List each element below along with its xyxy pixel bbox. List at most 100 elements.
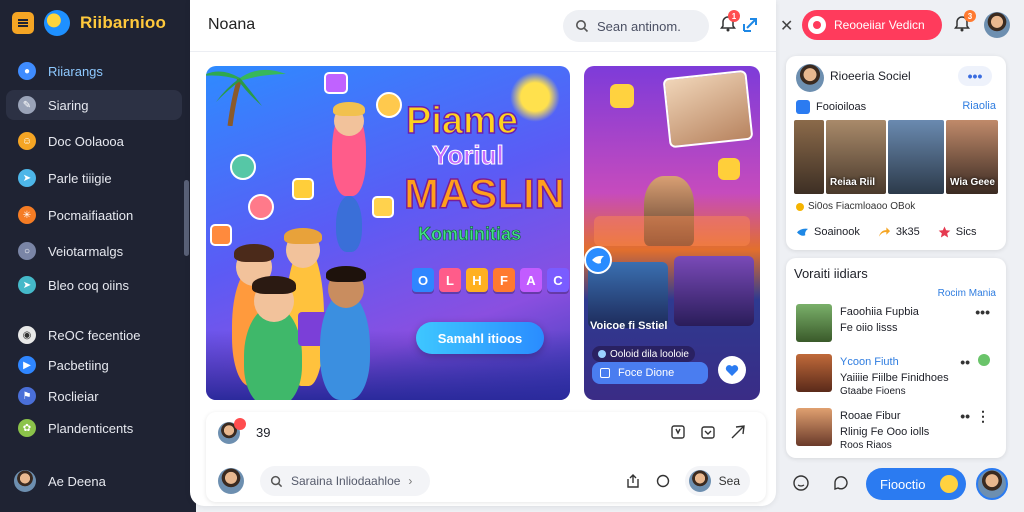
sidebar-item-label: Parle tiiigie	[48, 170, 112, 186]
live-video-button[interactable]: Reooeiiar Vedicn	[802, 10, 942, 40]
like-button[interactable]	[718, 356, 746, 384]
primary-action-label: Fiooctio	[880, 476, 926, 492]
avatar-bubble	[230, 154, 256, 180]
bookmark-icon[interactable]	[670, 424, 686, 440]
suggestion-name: Faoohiia Fupbia	[840, 306, 919, 318]
suggestion-name: Rooae Fibur	[840, 410, 901, 422]
sidebar-user[interactable]: Ae Deena	[14, 470, 106, 492]
sidebar-item-siaring[interactable]: ✎ Siaring	[6, 90, 182, 120]
suggestions-card: Voraiti iidiars Rocim Mania Faoohiia Fup…	[786, 258, 1006, 458]
more-options-icon[interactable]: ••	[960, 408, 970, 424]
photo-thumbnail[interactable]	[794, 120, 824, 194]
bird-icon	[797, 228, 808, 236]
group-icon: ◉	[18, 326, 36, 344]
menu-icon[interactable]	[12, 12, 34, 34]
dot-icon	[598, 350, 606, 358]
sidebar-item-reoc-fecentioe[interactable]: ◉ ReOC fecentioe	[6, 320, 182, 350]
cube-decoration	[210, 224, 232, 246]
send-button[interactable]: Sea	[684, 466, 750, 496]
app-logo	[44, 10, 70, 36]
composer-row: Saraina Inliodaahloe › Sea	[216, 466, 760, 496]
avatar[interactable]	[218, 468, 244, 494]
sidebar-item-plandenticents[interactable]: ✿ Plandenticents	[6, 413, 182, 443]
sidebar-item-riiarangs[interactable]: ● Riiarangs	[6, 56, 182, 86]
letter-tile: H	[466, 268, 488, 292]
suggestions-link[interactable]: Rocim Mania	[938, 288, 996, 299]
emoji-icon[interactable]	[655, 473, 671, 489]
composer-tools	[670, 424, 746, 440]
more-options-icon[interactable]: ••	[960, 354, 970, 370]
sidebar-item-bleo-coq-oiins[interactable]: ➤ Bleo coq oiins	[6, 270, 182, 300]
sidebar-item-parle-tiiigie[interactable]: ➤ Parle tiiigie	[6, 163, 182, 193]
notification-button[interactable]: 3	[954, 10, 976, 37]
action-favorite[interactable]: Sics	[938, 226, 977, 238]
sidebar-item-doc-oolaooa[interactable]: ☺ Doc Oolaooa	[6, 126, 182, 156]
sidebar-item-veiotarmalgs[interactable]: ○ Veiotarmalgs	[6, 236, 182, 266]
suggestion-item[interactable]: Ycoon Fiuth Yaiiiie Fiilbe Finidhoes Gta…	[794, 354, 998, 400]
letter-tile: O	[412, 268, 434, 292]
suggestion-sub: Yaiiiie Fiilbe Finidhoes	[840, 372, 949, 384]
side-action-button[interactable]: Foce Dione	[592, 362, 708, 384]
send-icon[interactable]	[730, 424, 746, 440]
hero-line-4: Komuinitias	[418, 224, 522, 245]
share-icon[interactable]	[740, 15, 760, 40]
photo-thumbnail[interactable]: Reiaa Riil	[826, 120, 886, 194]
search-input[interactable]: Sean antinom.	[563, 10, 709, 42]
hero-line-1: Piame	[405, 99, 518, 143]
notification-badge	[234, 418, 246, 430]
hero-card[interactable]: Piame Yoriul MASLIN Komuinitias O L H F …	[206, 66, 570, 400]
globe-icon: ○	[18, 242, 36, 260]
photo-label: Wia Geee	[950, 177, 995, 188]
notification-badge: 3	[964, 10, 976, 22]
flag-icon: ⚑	[18, 387, 36, 405]
profile-link[interactable]: Riaolia	[962, 100, 996, 112]
suggestion-sub2: Gtaabe Fioens	[840, 386, 906, 397]
sidebar-item-label: Bleo coq oiins	[48, 277, 129, 293]
main-header: Noana Sean antinom. 1	[190, 0, 776, 52]
more-options-button[interactable]: •••	[958, 66, 992, 86]
right-header: ✕ Reooeiiar Vedicn 3	[776, 0, 1024, 52]
comment-icon[interactable]	[832, 474, 850, 492]
sidebar: Riibarnioo ● Riiarangs ✎ Siaring ☺ Doc O…	[0, 0, 196, 512]
comment-input[interactable]: Saraina Inliodaahloe ›	[260, 466, 430, 496]
chat-icon: ➤	[18, 169, 36, 187]
avatar-bubble	[248, 194, 274, 220]
bird-icon[interactable]	[584, 246, 612, 274]
letter-tiles: O L H F A C	[412, 268, 569, 292]
primary-action-button[interactable]: Fiooctio	[866, 468, 966, 500]
emoji-icon[interactable]	[792, 474, 810, 492]
calendar-icon	[600, 368, 610, 378]
suggestion-item[interactable]: Rooae Fibur Rlinig Fe Ooo iolls Roos Ria…	[794, 408, 998, 454]
hero-line-3: MASLIN	[403, 169, 566, 218]
close-icon[interactable]: ✕	[780, 16, 793, 36]
photo-thumbnail[interactable]: Wia Geee	[946, 120, 998, 194]
sidebar-scrollbar[interactable]	[184, 180, 189, 256]
upload-icon[interactable]	[625, 473, 641, 489]
sidebar-item-roclieiar[interactable]: ⚑ Roclieiar	[6, 381, 182, 411]
more-options-icon[interactable]: ⋮	[976, 408, 990, 425]
online-icon	[978, 354, 990, 366]
gallery-icon[interactable]	[700, 424, 716, 440]
palm-tree-icon	[206, 69, 286, 126]
sidebar-item-pacbetiing[interactable]: ▶ Pacbetiing	[6, 350, 182, 380]
photo-thumbnail[interactable]	[888, 120, 944, 194]
suggestion-item[interactable]: Faoohiia Fupbia Fe oiio lisss •••	[794, 304, 998, 350]
sidebar-item-pocmaifiaation[interactable]: ✳ Pocmaifiaation	[6, 200, 182, 230]
user-avatar[interactable]	[976, 468, 1008, 500]
notification-button[interactable]: 1	[720, 10, 740, 34]
action-label: Soainook	[814, 226, 860, 238]
side-card[interactable]: Voicoe fi Sstiel Ooloid dila looloie Foc…	[584, 66, 760, 400]
kid-legs	[336, 196, 362, 252]
more-options-icon[interactable]: •••	[975, 304, 990, 320]
avatar[interactable]	[796, 64, 824, 92]
action-share[interactable]: 3k35	[878, 226, 920, 238]
sidebar-item-label: ReOC fecentioe	[48, 327, 141, 343]
user-avatar[interactable]	[984, 12, 1010, 38]
action-facebook[interactable]: Soainook	[796, 226, 860, 238]
main-panel: Noana Sean antinom. 1 Piame Yoriul MASLI…	[190, 0, 776, 506]
hero-cta-button[interactable]: Samahl itioos	[416, 322, 544, 354]
right-footer: Fiooctio	[776, 460, 1024, 512]
reaction-icon	[796, 202, 804, 211]
letter-tile: A	[520, 268, 542, 292]
suggestion-sub: Fe oiio lisss	[840, 322, 898, 334]
